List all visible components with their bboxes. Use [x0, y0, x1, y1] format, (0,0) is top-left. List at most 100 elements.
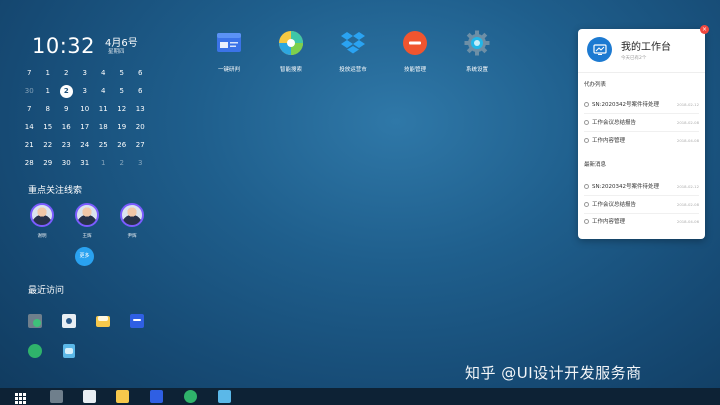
person-name: 谢明	[37, 234, 47, 239]
calendar-day[interactable]: 12	[113, 105, 132, 113]
calendar-day[interactable]: 10	[76, 105, 95, 113]
app-label: 技能管理	[403, 67, 426, 73]
calendar-day[interactable]: 3	[131, 159, 150, 167]
desktop: 10:32 4月6号 星期四 7 1 2 3 4 5 6 30 1 2 3 4 5 6 7 8 9 10 11 12 1…	[0, 0, 720, 388]
calendar-day[interactable]: 17	[76, 123, 95, 131]
clock-time: 10:32	[32, 34, 96, 58]
calendar-day[interactable]: 26	[113, 141, 132, 149]
calendar-day[interactable]: 6	[131, 87, 150, 95]
todo-item[interactable]: SN:2020342号案件待处理 2018-02-12	[584, 99, 699, 109]
news-title: 最新消息	[584, 162, 607, 168]
calendar-day[interactable]: 3	[76, 69, 95, 77]
calendar-day[interactable]: 23	[57, 141, 76, 149]
taskbar-tool-icon[interactable]	[50, 390, 63, 403]
calendar-week: 7 8 9 10 11 12 13	[20, 100, 150, 118]
taskbar-camera-icon[interactable]	[83, 390, 96, 403]
calendar-day[interactable]: 30	[57, 159, 76, 167]
calendar-day[interactable]: 11	[94, 105, 113, 113]
clock-icon	[584, 137, 589, 143]
app-label: 投放运营市	[339, 67, 367, 73]
news-item[interactable]: 工作会议总结报告 2018-02-08	[584, 199, 699, 209]
panel-header: 我的工作台 今天已有2个	[587, 37, 671, 62]
app-label: 系统设置	[465, 67, 488, 73]
watermark: 知乎 @UI设计开发服务商	[465, 364, 642, 382]
clock-icon	[584, 101, 589, 107]
person-card[interactable]: 尹辉	[120, 203, 144, 239]
todo-item[interactable]: 工作内容管理 2018-04-08	[584, 135, 699, 145]
calendar-day[interactable]: 5	[113, 87, 132, 95]
app-label: 智能搜索	[279, 67, 302, 73]
calendar-day[interactable]: 9	[57, 105, 76, 113]
clock-icon	[584, 201, 589, 207]
calendar-day[interactable]: 15	[39, 123, 58, 131]
todo-item[interactable]: 工作会议总结报告 2018-02-08	[584, 117, 699, 127]
color-wheel-icon	[278, 30, 304, 56]
minus-circle-icon	[402, 30, 428, 56]
calendar-day[interactable]: 21	[20, 141, 39, 149]
panel-title: 我的工作台	[621, 42, 671, 53]
clock-icon	[584, 218, 589, 224]
calendar-day[interactable]: 29	[39, 159, 58, 167]
calendar-day[interactable]: 4	[94, 87, 113, 95]
person-card[interactable]: 王辉	[75, 203, 99, 239]
calendar-day[interactable]: 1	[39, 69, 58, 77]
news-item[interactable]: SN:2020342号案件待处理 2018-02-12	[584, 181, 699, 191]
calendar-day[interactable]: 2	[57, 69, 76, 77]
app-one-click-judge[interactable]: 一键研判	[198, 30, 260, 73]
calendar-day[interactable]: 25	[94, 141, 113, 149]
close-icon[interactable]: ×	[700, 25, 709, 34]
calendar-day[interactable]: 7	[20, 105, 39, 113]
calendar-week: 30 1 2 3 4 5 6	[20, 82, 150, 100]
calendar-day[interactable]: 5	[113, 69, 132, 77]
calendar-day[interactable]: 16	[57, 123, 76, 131]
app-system-settings[interactable]: 系统设置	[446, 30, 508, 73]
calendar-week: 14 15 16 17 18 19 20	[20, 118, 150, 136]
app-label: 一键研判	[217, 67, 240, 73]
calendar-day[interactable]: 18	[94, 123, 113, 131]
calendar-day-today[interactable]: 2	[57, 84, 76, 98]
calendar: 7 1 2 3 4 5 6 30 1 2 3 4 5 6 7 8 9 10 11 12 13 14 15 16 17 18 19 20…	[20, 64, 150, 172]
taskbar-mail-icon[interactable]	[116, 390, 129, 403]
app-skill-manage[interactable]: 技能管理	[384, 30, 446, 73]
clock-weekday: 星期四	[108, 49, 125, 55]
monitor-icon	[587, 37, 612, 62]
taskbar-chat-icon[interactable]	[184, 390, 197, 403]
calendar-day[interactable]: 28	[20, 159, 39, 167]
taskbar	[0, 388, 720, 405]
calendar-day[interactable]: 14	[20, 123, 39, 131]
calendar-day[interactable]: 22	[39, 141, 58, 149]
calendar-day[interactable]: 1	[39, 87, 58, 95]
calendar-week: 7123456	[20, 64, 150, 82]
calendar-day[interactable]: 13	[131, 105, 150, 113]
gear-icon	[464, 30, 490, 56]
calendar-day[interactable]: 7	[20, 69, 39, 77]
calendar-day[interactable]: 27	[131, 141, 150, 149]
app-launcher: 一键研判 智能搜索 投放运营市 技能管理 系统设置	[198, 30, 508, 73]
person-name: 王辉	[82, 234, 92, 239]
grid-menu-icon[interactable]	[14, 390, 27, 404]
calendar-day[interactable]: 1	[94, 159, 113, 167]
avatar	[120, 203, 144, 227]
person-card[interactable]: 谢明	[30, 203, 54, 239]
workbench-panel: × 我的工作台 今天已有2个 代办列表 SN:2020342号案件待处理 201…	[578, 25, 709, 239]
calendar-day[interactable]: 19	[113, 123, 132, 131]
calendar-day[interactable]: 31	[76, 159, 95, 167]
taskbar-task-icon[interactable]	[150, 390, 163, 403]
calendar-day[interactable]: 8	[39, 105, 58, 113]
avatar	[75, 203, 99, 227]
more-button[interactable]: 更多	[75, 247, 94, 266]
calendar-day[interactable]: 24	[76, 141, 95, 149]
news-item[interactable]: 工作内容管理 2018-04-06	[584, 216, 699, 226]
app-smart-search[interactable]: 智能搜索	[260, 30, 322, 73]
calendar-day[interactable]: 30	[20, 87, 39, 95]
focus-people: 谢明 王辉 尹辉	[30, 203, 144, 239]
app-marketplace[interactable]: 投放运营市	[322, 30, 384, 73]
calendar-day[interactable]: 20	[131, 123, 150, 131]
calendar-day[interactable]: 6	[131, 69, 150, 77]
calendar-day[interactable]: 3	[76, 87, 95, 95]
calendar-day[interactable]: 2	[113, 159, 132, 167]
calendar-day[interactable]: 4	[94, 69, 113, 77]
calendar-week: 21 22 23 24 25 26 27	[20, 136, 150, 154]
clock: 10:32	[32, 34, 95, 58]
taskbar-doc-icon[interactable]	[218, 390, 231, 403]
